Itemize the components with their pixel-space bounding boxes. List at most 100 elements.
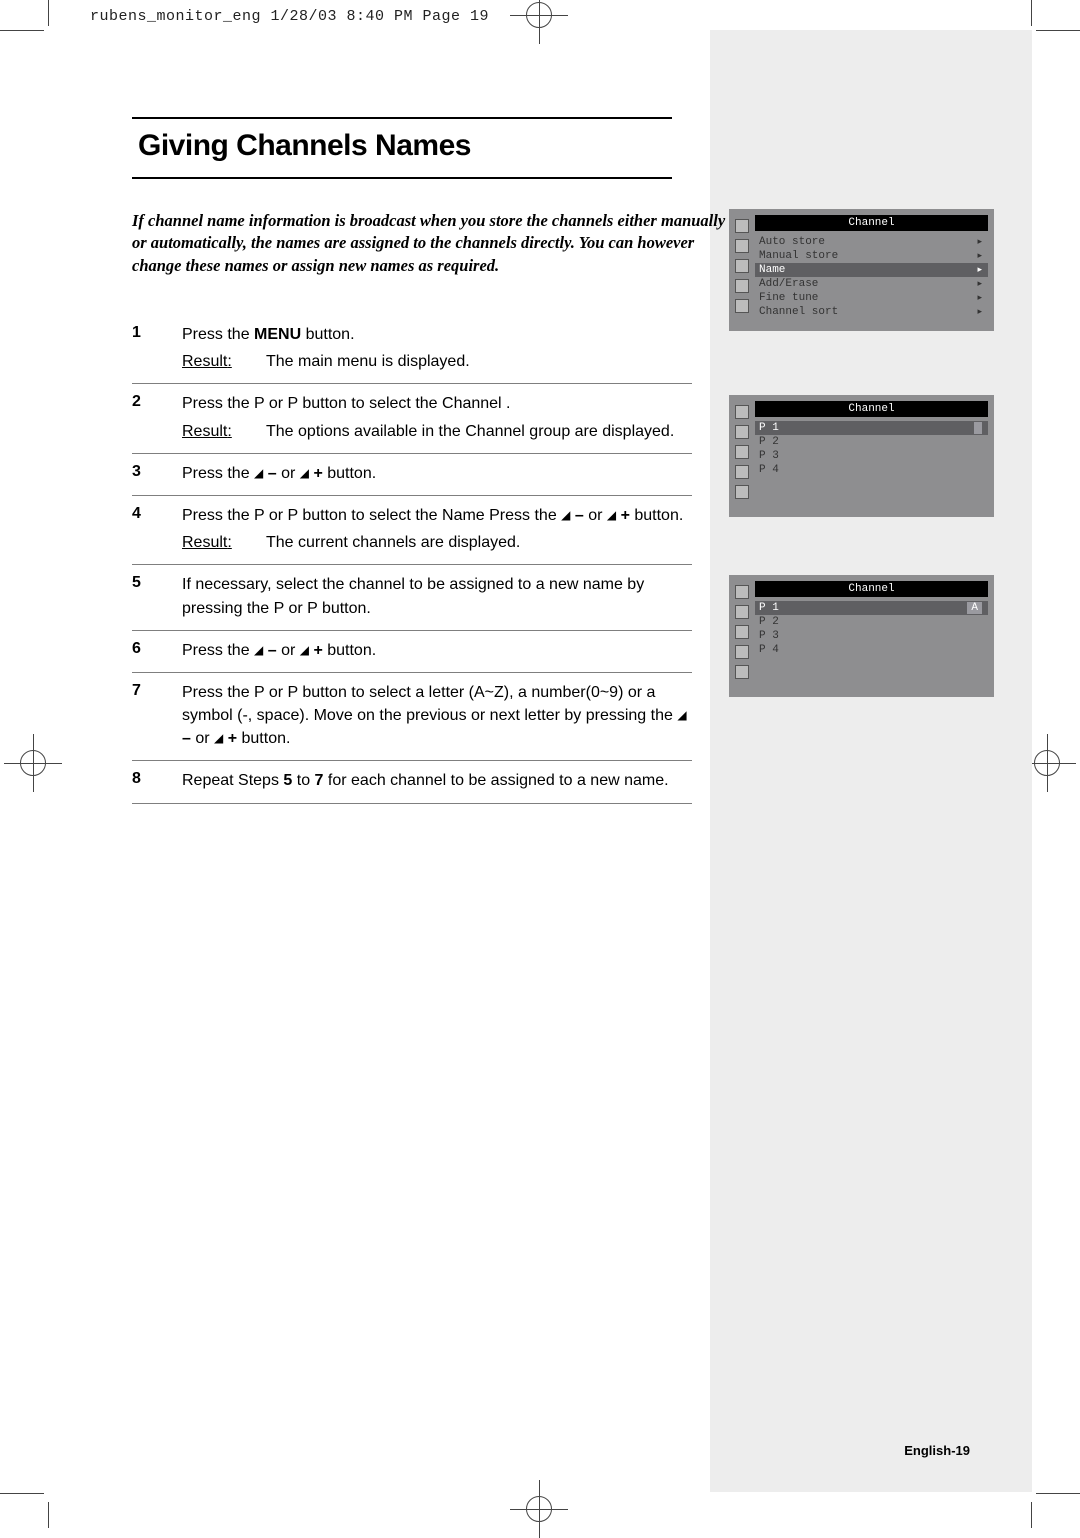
osd-tab-icon: [735, 445, 749, 459]
chevron-right-icon: [977, 264, 982, 276]
osd-iconcol: [735, 401, 749, 505]
osd-row: Manual store: [755, 249, 988, 263]
steps-list: 1Press the MENU button.Result:The main m…: [132, 315, 692, 804]
osd-row-value: A: [967, 602, 982, 614]
osd-tab-icon: [735, 605, 749, 619]
osd-row-label: P 2: [759, 436, 779, 448]
step-number: 7: [132, 681, 182, 751]
page-title-box: Giving Channels Names: [132, 117, 672, 179]
chevron-right-icon: [977, 306, 982, 318]
result-text: The main menu is displayed.: [266, 350, 692, 373]
osd-row-label: P 3: [759, 630, 779, 642]
osd-panel: ChannelP 1AP 2P 3P 4: [729, 575, 994, 697]
osd-row-label: P 4: [759, 644, 779, 656]
step-number: 6: [132, 639, 182, 662]
osd-row-value: [974, 422, 982, 434]
osd-row-label: P 3: [759, 450, 779, 462]
chevron-right-icon: [977, 250, 982, 262]
chevron-right-icon: [977, 278, 982, 290]
osd-row-label: Auto store: [759, 236, 825, 248]
osd-row-label: Name: [759, 264, 785, 276]
step-text: Press the ◢ – or ◢ + button.: [182, 462, 692, 485]
page-title: Giving Channels Names: [138, 129, 666, 163]
result-text: The current channels are displayed.: [266, 531, 692, 554]
osd-row-label: P 2: [759, 616, 779, 628]
crop-mark: [1036, 1493, 1080, 1494]
osd-tab-icon: [735, 425, 749, 439]
step-text: Press the P or P button to select the Na…: [182, 504, 692, 527]
step-text: Press the ◢ – or ◢ + button.: [182, 639, 692, 662]
registration-mark-icon: [520, 1490, 558, 1528]
step-body: If necessary, select the channel to be a…: [182, 573, 692, 619]
osd-tab-icon: [735, 665, 749, 679]
step-body: Press the MENU button. Result:The main me…: [182, 323, 692, 373]
step: 6Press the ◢ – or ◢ + button.: [132, 631, 692, 673]
osd-iconcol: [735, 215, 749, 319]
step: 5If necessary, select the channel to be …: [132, 565, 692, 630]
registration-mark-icon: [520, 0, 558, 34]
step-number: 1: [132, 323, 182, 373]
step-number: 4: [132, 504, 182, 554]
osd-row: P 2: [755, 435, 988, 449]
osd-row: Add/Erase: [755, 277, 988, 291]
result-label: Result:: [182, 350, 266, 373]
step: 3Press the ◢ – or ◢ + button.: [132, 454, 692, 496]
osd-row: Auto store: [755, 235, 988, 249]
osd-tab-icon: [735, 465, 749, 479]
osd-row: P 1: [755, 421, 988, 435]
osd-row: Channel sort: [755, 305, 988, 319]
osd-panel: Channel Auto store Manual store Name Add/Era…: [729, 209, 994, 331]
osd-row: P 3: [755, 449, 988, 463]
result-label: Result:: [182, 420, 266, 443]
osd-tab-icon: [735, 485, 749, 499]
step-text: Repeat Steps 5 to 7 for each channel to …: [182, 769, 692, 792]
step-body: Press the P or P button to select a lett…: [182, 681, 692, 751]
osd-tab-icon: [735, 219, 749, 233]
step-text: Press the P or P button to select a lett…: [182, 681, 692, 751]
crop-mark: [48, 1502, 49, 1528]
step-text: Press the P or P button to select the Ch…: [182, 392, 692, 415]
osd-tab-icon: [735, 259, 749, 273]
chevron-right-icon: [977, 236, 982, 248]
page-footer: English-19: [904, 1443, 970, 1458]
osd-header: Channel: [755, 215, 988, 231]
osd-row: P 4: [755, 463, 988, 477]
osd-row: P 3: [755, 629, 988, 643]
result-text: The options available in the Channel gro…: [266, 420, 692, 443]
step: 8Repeat Steps 5 to 7 for each channel to…: [132, 761, 692, 803]
osd-row: Fine tune: [755, 291, 988, 305]
osd-row: P 2: [755, 615, 988, 629]
osd-row-label: P 1: [759, 422, 779, 434]
step-number: 8: [132, 769, 182, 792]
intro-paragraph: If channel name information is broadcast…: [132, 210, 732, 277]
step-body: Press the P or P button to select the Na…: [182, 504, 692, 554]
osd-tab-icon: [735, 645, 749, 659]
registration-mark-icon: [14, 744, 52, 782]
osd-tab-icon: [735, 625, 749, 639]
step: 1Press the MENU button. Result:The main m…: [132, 315, 692, 384]
step-text: Press the MENU button.: [182, 323, 692, 346]
osd-panel: Channel P 1 P 2 P 3 P 4: [729, 395, 994, 517]
osd-row: P 4: [755, 643, 988, 657]
osd-header: Channel: [755, 401, 988, 417]
step-body: Press the ◢ – or ◢ + button.: [182, 462, 692, 485]
crop-mark: [1031, 1502, 1032, 1528]
registration-mark-icon: [1028, 744, 1066, 782]
step-number: 5: [132, 573, 182, 619]
osd-iconcol: [735, 581, 749, 685]
step-body: Repeat Steps 5 to 7 for each channel to …: [182, 769, 692, 792]
step: 7Press the P or P button to select a let…: [132, 673, 692, 762]
step-number: 3: [132, 462, 182, 485]
osd-row-label: Add/Erase: [759, 278, 818, 290]
print-header: rubens_monitor_eng 1/28/03 8:40 PM Page …: [90, 8, 489, 25]
crop-mark: [48, 0, 49, 26]
osd-tab-icon: [735, 585, 749, 599]
result-label: Result:: [182, 531, 266, 554]
osd-row: Name: [755, 263, 988, 277]
step-body: Press the P or P button to select the Ch…: [182, 392, 692, 442]
osd-row-label: Fine tune: [759, 292, 818, 304]
osd-row-label: Channel sort: [759, 306, 838, 318]
osd-row-label: P 4: [759, 464, 779, 476]
osd-row-label: Manual store: [759, 250, 838, 262]
osd-row: P 1A: [755, 601, 988, 615]
